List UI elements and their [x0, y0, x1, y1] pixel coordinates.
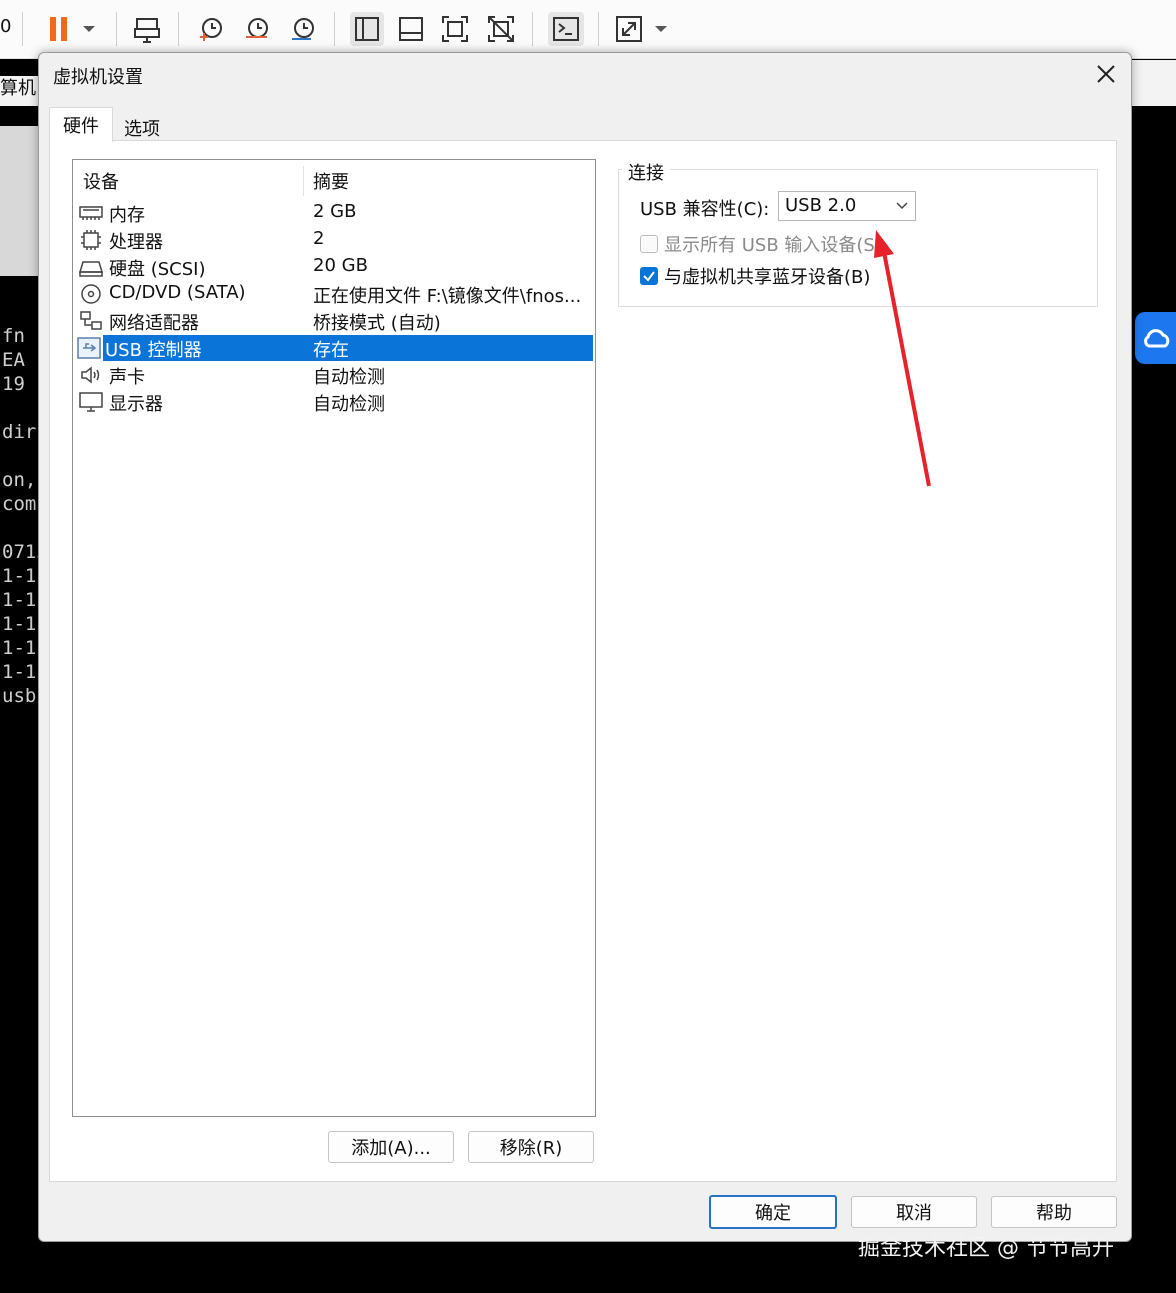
device-summary: 桥接模式 (自动) — [313, 313, 441, 334]
show-all-usb-checkbox[interactable] — [640, 235, 658, 253]
device-name: 显示器 — [109, 394, 163, 415]
display-icon — [79, 391, 103, 413]
device-summary: 2 — [313, 228, 325, 249]
network-adapter-icon — [79, 310, 103, 332]
background-panel — [1130, 60, 1176, 106]
cloud-icon — [1143, 329, 1169, 348]
terminal-line: 1-1 — [2, 565, 37, 587]
terminal-line: usb — [2, 685, 37, 707]
stretch-dropdown-icon[interactable] — [648, 12, 674, 46]
snapshot-icon[interactable] — [196, 12, 226, 46]
device-row-display[interactable]: 显示器 自动检测 — [79, 389, 593, 415]
console-view-icon[interactable] — [396, 12, 426, 46]
close-icon — [1097, 65, 1115, 83]
device-summary: 自动检测 — [313, 367, 385, 388]
remove-device-button[interactable]: 移除(R) — [468, 1131, 594, 1163]
terminal-line: 1-1 — [2, 613, 37, 635]
background-tab-label: 算机 — [0, 76, 40, 106]
usb-compat-label: USB 兼容性(C): — [640, 199, 770, 220]
terminal-line: 19 — [2, 373, 25, 395]
sound-card-icon — [79, 364, 103, 386]
device-name: 声卡 — [109, 367, 145, 388]
library-view-icon[interactable] — [350, 12, 384, 46]
toolbar-separator — [334, 12, 335, 46]
cd-dvd-icon — [79, 283, 103, 305]
close-button[interactable] — [1093, 61, 1119, 87]
vm-settings-dialog: 虚拟机设置 硬件 选项 设备 摘要 内存 2 GB 处理器 2 硬盘 (SCSI… — [38, 52, 1132, 1242]
dropdown-icon[interactable] — [76, 12, 102, 46]
connection-group-title: 连接 — [622, 159, 670, 185]
send-keys-icon[interactable] — [132, 12, 162, 46]
cancel-button[interactable]: 取消 — [851, 1196, 977, 1228]
unity-icon[interactable] — [486, 12, 516, 46]
device-name: 处理器 — [109, 232, 163, 253]
stretch-icon[interactable] — [614, 12, 644, 46]
revert-snapshot-icon[interactable] — [242, 12, 272, 46]
device-column-header: 设备 — [83, 172, 119, 193]
column-divider — [303, 166, 304, 196]
device-summary: 存在 — [313, 340, 349, 361]
terminal-line: fn — [2, 325, 25, 347]
dialog-title: 虚拟机设置 — [53, 67, 143, 88]
device-row-hard-disk[interactable]: 硬盘 (SCSI) 20 GB — [78, 254, 593, 280]
checkmark-icon — [643, 271, 655, 282]
share-bluetooth-label: 与虚拟机共享蓝牙设备(B) — [664, 267, 871, 288]
chevron-down-icon — [895, 192, 909, 229]
toolbar-separator — [178, 12, 179, 46]
toolbar-separator — [598, 12, 599, 46]
background-logo-block — [0, 126, 40, 276]
snapshot-manager-icon[interactable] — [288, 12, 318, 46]
terminal-line: on, — [2, 469, 37, 491]
terminal-line: com — [2, 493, 37, 515]
summary-column-header: 摘要 — [313, 172, 349, 193]
device-row-usb-controller[interactable]: USB 控制器 存在 — [77, 335, 593, 361]
toolbar-separator — [116, 12, 117, 46]
toolbar-separator — [22, 12, 23, 46]
device-row-network[interactable]: 网络适配器 桥接模式 (自动) — [79, 308, 593, 334]
toolbar-separator — [532, 12, 533, 46]
device-name: 硬盘 (SCSI) — [109, 259, 206, 280]
fullscreen-icon[interactable] — [440, 12, 470, 46]
device-row-sound-card[interactable]: 声卡 自动检测 — [79, 362, 593, 388]
watermark: 掘金技术社区 @ 节节高升 — [858, 1236, 1114, 1261]
hardware-panel: 设备 摘要 内存 2 GB 处理器 2 硬盘 (SCSI) 20 GB CD/D… — [49, 140, 1117, 1182]
add-device-button[interactable]: 添加(A)... — [328, 1131, 454, 1163]
device-name: CD/DVD (SATA) — [109, 282, 246, 303]
device-name: 内存 — [109, 205, 145, 226]
terminal-icon[interactable] — [548, 12, 584, 46]
ok-button[interactable]: 确定 — [709, 1195, 837, 1229]
terminal-line: dir — [2, 421, 37, 443]
device-summary: 自动检测 — [313, 394, 385, 415]
terminal-line: 1-1 — [2, 637, 37, 659]
pause-icon[interactable] — [44, 12, 74, 46]
device-row-cd-dvd[interactable]: CD/DVD (SATA) 正在使用文件 F:\镜像文件\fnos... — [79, 281, 593, 307]
device-name: USB 控制器 — [105, 340, 202, 361]
usb-compat-select[interactable]: USB 2.0 — [778, 191, 916, 221]
memory-icon — [79, 202, 103, 224]
usb-compat-value: USB 2.0 — [785, 195, 857, 216]
show-all-usb-label: 显示所有 USB 输入设备(S) — [664, 235, 882, 256]
help-button[interactable]: 帮助 — [991, 1196, 1117, 1228]
device-row-processor[interactable]: 处理器 2 — [79, 227, 593, 253]
cloud-sync-button[interactable] — [1135, 312, 1176, 364]
terminal-line: 1-1 — [2, 661, 37, 683]
device-summary: 2 GB — [313, 201, 357, 222]
device-list[interactable]: 设备 摘要 内存 2 GB 处理器 2 硬盘 (SCSI) 20 GB CD/D… — [72, 159, 596, 1117]
device-row-memory[interactable]: 内存 2 GB — [79, 200, 593, 226]
terminal-line: EA — [2, 349, 25, 371]
cpu-icon — [79, 229, 103, 251]
toolbar-fragment: 0 — [0, 16, 12, 37]
tab-hardware[interactable]: 硬件 — [49, 107, 113, 142]
hard-disk-icon — [78, 256, 104, 278]
vm-toolbar: 0 — [0, 0, 1176, 59]
device-summary: 20 GB — [313, 255, 368, 276]
terminal-line: 1-1 — [2, 589, 37, 611]
share-bluetooth-checkbox[interactable] — [640, 267, 658, 285]
usb-controller-icon — [77, 337, 101, 359]
device-name: 网络适配器 — [109, 313, 199, 334]
device-summary: 正在使用文件 F:\镜像文件\fnos... — [313, 286, 582, 307]
